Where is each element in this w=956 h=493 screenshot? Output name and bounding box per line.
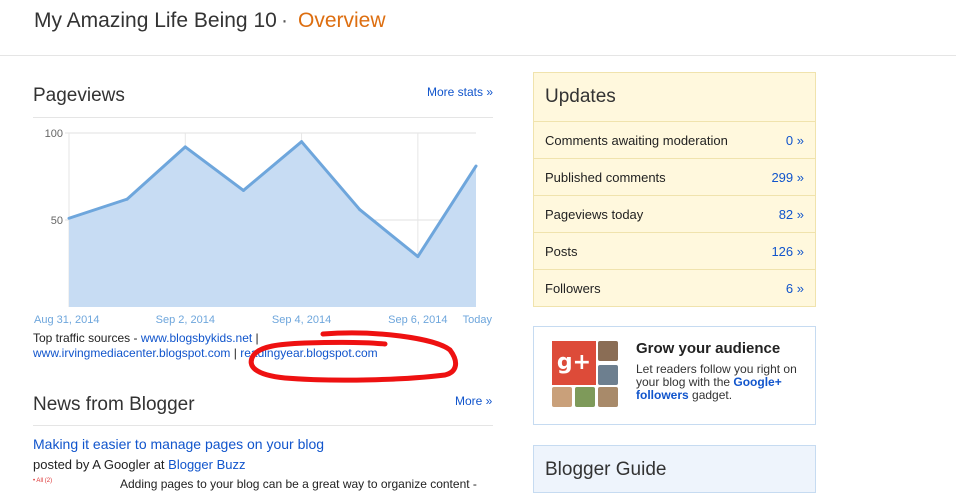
updates-row-label: Comments awaiting moderation bbox=[545, 133, 728, 148]
grow-audience-title: Grow your audience bbox=[636, 340, 781, 357]
updates-row-value[interactable]: 299 » bbox=[771, 170, 804, 185]
source-link[interactable]: www.blogsbykids.net bbox=[141, 331, 252, 345]
posted-by-text: posted by A Googler at bbox=[33, 457, 169, 472]
divider bbox=[33, 117, 493, 118]
follower-avatar bbox=[598, 387, 618, 407]
news-excerpt: Adding pages to your blog can be a great… bbox=[120, 477, 477, 491]
news-tiny-label: • All (2) bbox=[33, 478, 53, 484]
updates-row-label: Followers bbox=[545, 281, 601, 296]
blog-title[interactable]: My Amazing Life Being 10 bbox=[34, 9, 277, 33]
section-title: Overview bbox=[298, 9, 386, 32]
updates-row[interactable]: Followers 6 » bbox=[534, 269, 815, 307]
source-separator: | bbox=[230, 346, 241, 360]
follower-avatar bbox=[552, 387, 572, 407]
news-posted-by: posted by A Googler at Blogger Buzz bbox=[33, 457, 245, 472]
updates-title: Updates bbox=[545, 86, 616, 107]
x-tick-label: Aug 31, 2014 bbox=[34, 314, 99, 326]
updates-row[interactable]: Comments awaiting moderation 0 » bbox=[534, 121, 815, 159]
grow-text-after: gadget. bbox=[688, 388, 733, 402]
header: My Amazing Life Being 10 · Overview bbox=[0, 0, 956, 56]
red-scribble-annotation bbox=[248, 330, 459, 383]
pageviews-chart: 100 50 Aug 31, 2014 Sep 2, 2014 Sep 4, 2014 S… bbox=[33, 125, 493, 330]
updates-row[interactable]: Published comments 299 » bbox=[534, 158, 815, 196]
updates-row-value[interactable]: 6 » bbox=[786, 281, 804, 296]
follower-avatar bbox=[598, 365, 618, 385]
updates-row-value[interactable]: 126 » bbox=[771, 244, 804, 259]
updates-panel: Updates Comments awaiting moderation 0 »… bbox=[533, 72, 816, 307]
updates-row-value[interactable]: 0 » bbox=[786, 133, 804, 148]
follower-avatar bbox=[598, 341, 618, 361]
grow-audience-card: g+ Grow your audience Let readers follow… bbox=[533, 326, 816, 425]
updates-row[interactable]: Posts 126 » bbox=[534, 232, 815, 270]
updates-row-label: Pageviews today bbox=[545, 207, 644, 222]
follower-avatar bbox=[575, 387, 595, 407]
divider bbox=[33, 425, 493, 426]
more-news-link[interactable]: More » bbox=[455, 394, 492, 408]
news-post-title[interactable]: Making it easier to manage pages on your… bbox=[33, 436, 324, 452]
sources-prefix: Top traffic sources - bbox=[33, 331, 141, 345]
title-separator: · bbox=[281, 9, 288, 32]
grow-audience-text: Let readers follow you right on your blo… bbox=[636, 363, 806, 402]
updates-row-label: Published comments bbox=[545, 170, 666, 185]
google-plus-icon: g+ bbox=[552, 341, 596, 385]
pageviews-title: Pageviews bbox=[33, 85, 125, 106]
blogger-guide-title[interactable]: Blogger Guide bbox=[545, 459, 666, 481]
x-tick-label: Sep 6, 2014 bbox=[388, 314, 447, 326]
source-link[interactable]: www.irvingmediacenter.blogspot.com bbox=[33, 346, 230, 360]
updates-row-label: Posts bbox=[545, 244, 578, 259]
blogger-guide-panel: Blogger Guide bbox=[533, 445, 816, 493]
updates-row-value[interactable]: 82 » bbox=[779, 207, 804, 222]
updates-row[interactable]: Pageviews today 82 » bbox=[534, 195, 815, 233]
x-tick-label: Today bbox=[463, 314, 493, 326]
x-tick-label: Sep 2, 2014 bbox=[156, 314, 215, 326]
more-stats-link[interactable]: More stats » bbox=[427, 85, 493, 99]
y-tick-label: 100 bbox=[45, 128, 63, 140]
y-tick-label: 50 bbox=[51, 215, 63, 227]
x-tick-label: Sep 4, 2014 bbox=[272, 314, 331, 326]
blogger-buzz-link[interactable]: Blogger Buzz bbox=[168, 457, 245, 472]
news-title: News from Blogger bbox=[33, 394, 195, 415]
